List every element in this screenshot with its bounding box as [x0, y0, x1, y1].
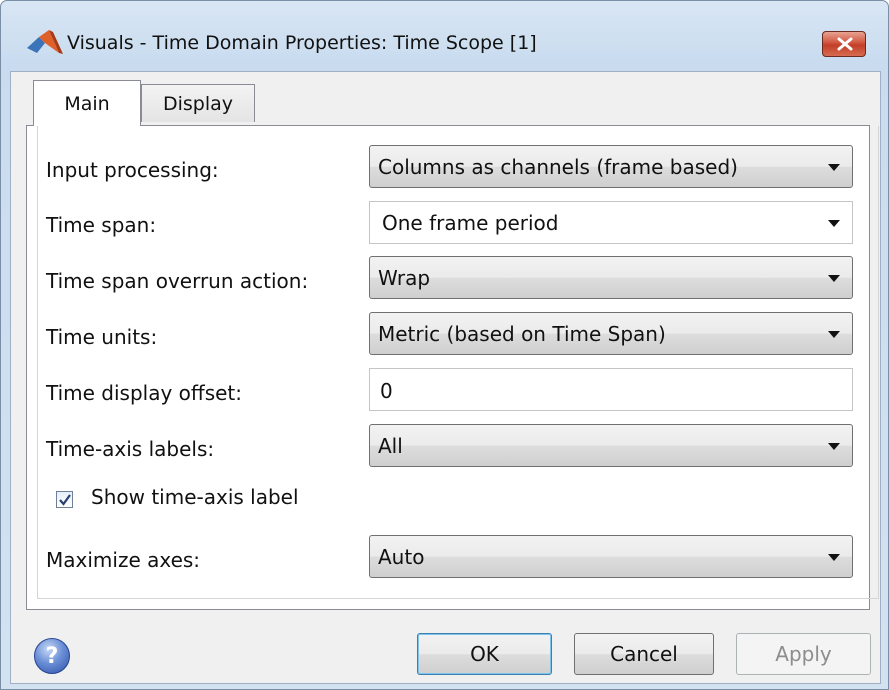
chevron-down-icon — [828, 220, 840, 227]
overrun-action-value: Wrap — [378, 266, 431, 290]
dialog-window: Visuals - Time Domain Properties: Time S… — [0, 0, 889, 690]
matlab-logo-icon — [27, 30, 63, 54]
chevron-down-icon — [828, 554, 840, 561]
time-span-dropdown[interactable]: One frame period — [369, 201, 853, 244]
overrun-action-dropdown[interactable]: Wrap — [369, 256, 853, 299]
cancel-button-label: Cancel — [610, 642, 678, 666]
display-offset-input[interactable]: 0 — [369, 368, 853, 411]
input-processing-dropdown[interactable]: Columns as channels (frame based) — [369, 145, 853, 188]
chevron-down-icon — [828, 275, 840, 282]
tab-main-label: Main — [64, 92, 110, 115]
close-icon — [837, 37, 853, 51]
axis-labels-label: Time-axis labels: — [46, 437, 215, 461]
axis-labels-dropdown[interactable]: All — [369, 424, 853, 467]
apply-button-label: Apply — [775, 642, 832, 666]
maximize-axes-dropdown[interactable]: Auto — [369, 535, 853, 578]
tab-display[interactable]: Display — [141, 84, 255, 122]
help-icon[interactable]: ? — [34, 638, 70, 674]
ok-button-label: OK — [470, 642, 499, 666]
settings-group-frame — [37, 126, 879, 599]
cancel-button[interactable]: Cancel — [574, 633, 714, 675]
overrun-action-label: Time span overrun action: — [46, 269, 309, 293]
chevron-down-icon — [828, 164, 840, 171]
window-title: Visuals - Time Domain Properties: Time S… — [67, 32, 537, 54]
input-processing-value: Columns as channels (frame based) — [378, 155, 738, 179]
time-span-value: One frame period — [382, 211, 559, 235]
title-bar[interactable]: Visuals - Time Domain Properties: Time S… — [1, 1, 888, 65]
show-axis-label-text: Show time-axis label — [91, 485, 299, 509]
tab-display-label: Display — [162, 92, 234, 115]
time-units-label: Time units: — [46, 325, 158, 349]
axis-labels-value: All — [378, 434, 403, 458]
tab-main[interactable]: Main — [33, 80, 141, 126]
input-processing-label: Input processing: — [46, 158, 219, 182]
apply-button[interactable]: Apply — [736, 633, 871, 675]
show-axis-label-checkbox[interactable] — [56, 491, 73, 508]
chevron-down-icon — [828, 443, 840, 450]
maximize-axes-label: Maximize axes: — [46, 548, 201, 572]
time-span-label: Time span: — [46, 213, 157, 237]
help-glyph: ? — [45, 643, 59, 669]
display-offset-label: Time display offset: — [46, 381, 242, 405]
display-offset-value: 0 — [380, 379, 393, 403]
close-button[interactable] — [822, 31, 866, 57]
time-units-value: Metric (based on Time Span) — [378, 322, 666, 346]
chevron-down-icon — [828, 331, 840, 338]
checkmark-icon — [59, 494, 71, 506]
time-units-dropdown[interactable]: Metric (based on Time Span) — [369, 312, 853, 355]
ok-button[interactable]: OK — [417, 633, 552, 675]
maximize-axes-value: Auto — [378, 545, 425, 569]
